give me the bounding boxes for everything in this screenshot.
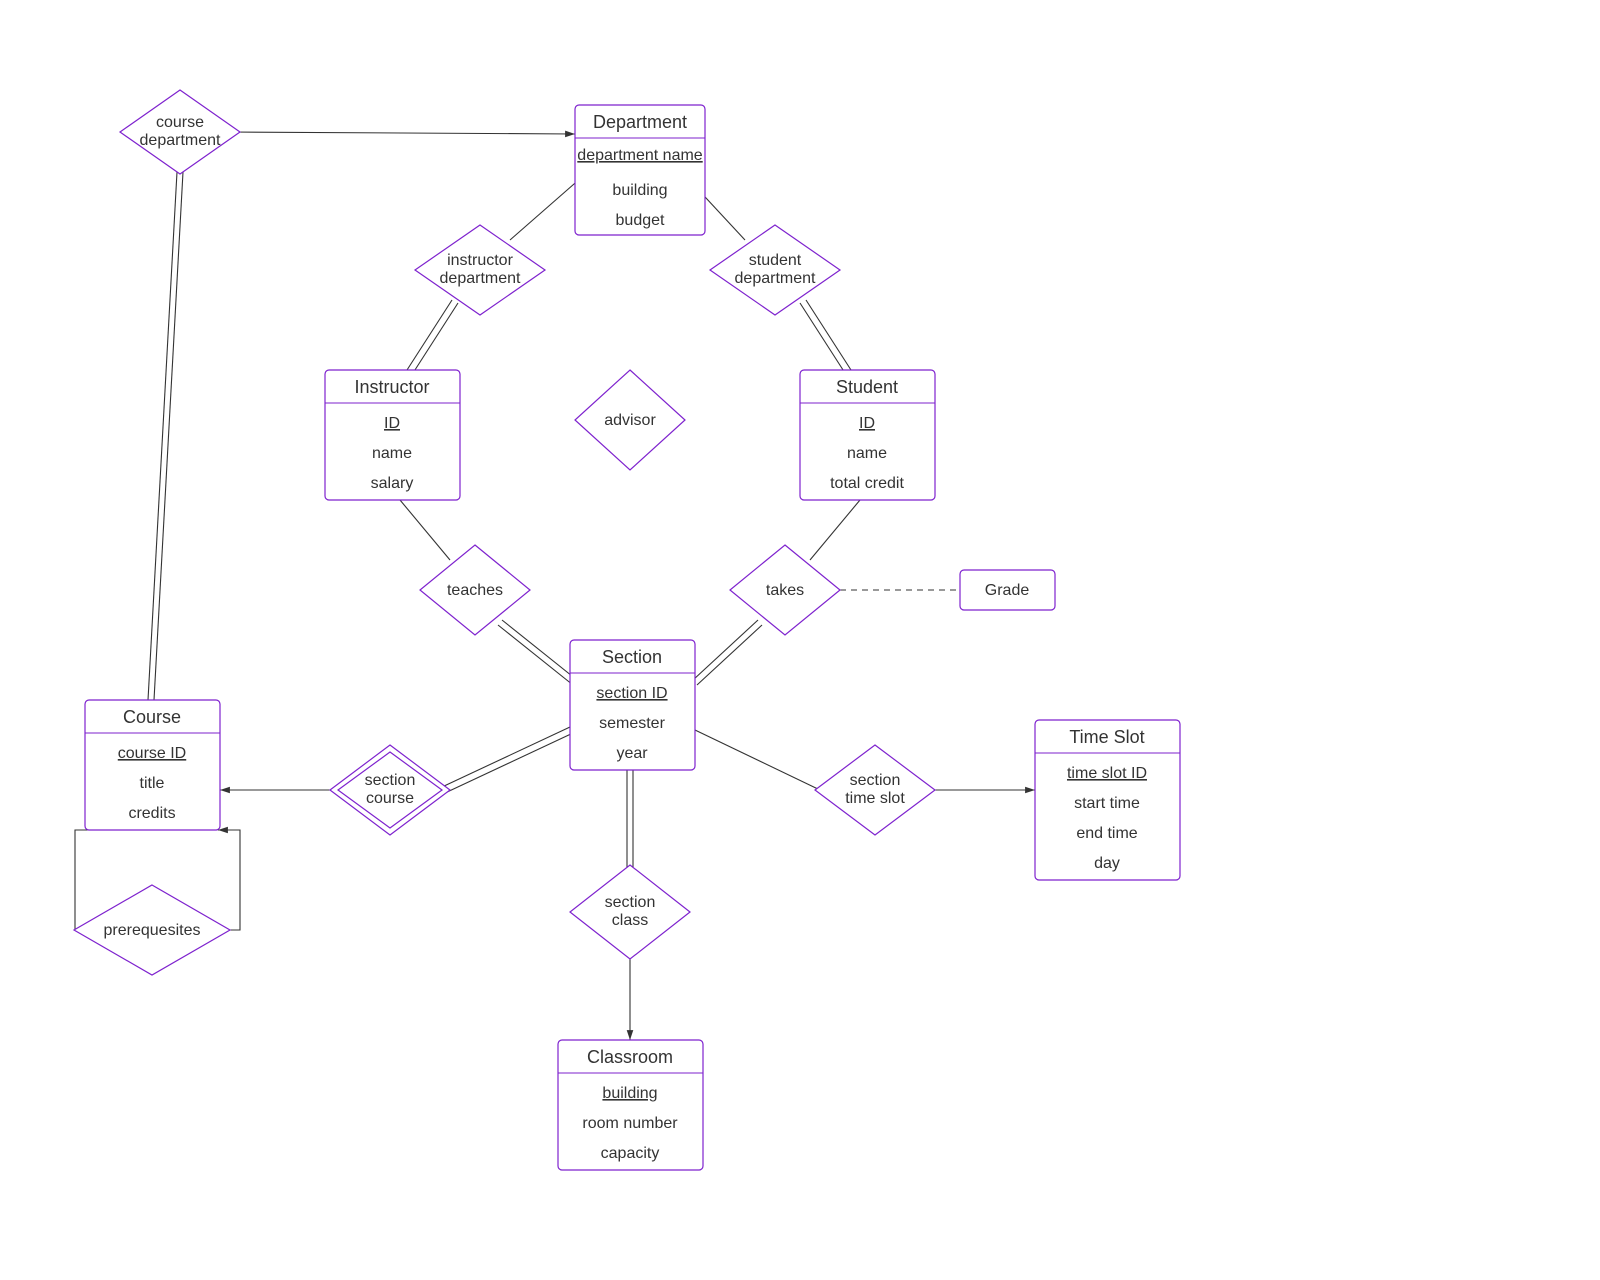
svg-text:prerequesites: prerequesites <box>104 922 201 939</box>
rel-prerequisites: prerequesites <box>74 885 230 975</box>
svg-text:Classroom: Classroom <box>587 1047 673 1067</box>
rel-student-dept: student department <box>710 225 840 315</box>
svg-text:class: class <box>612 912 648 929</box>
svg-text:name: name <box>372 445 412 462</box>
svg-text:section: section <box>605 894 656 911</box>
svg-text:time slot: time slot <box>845 790 905 807</box>
svg-text:section ID: section ID <box>596 685 667 702</box>
svg-text:student: student <box>749 252 802 269</box>
svg-text:title: title <box>140 775 165 792</box>
rel-advisor: advisor <box>575 370 685 470</box>
svg-text:section: section <box>850 772 901 789</box>
entity-classroom: Classroom building room number capacity <box>558 1040 703 1170</box>
svg-text:teaches: teaches <box>447 582 503 599</box>
svg-text:end time: end time <box>1076 825 1137 842</box>
svg-text:time slot ID: time slot ID <box>1067 765 1147 782</box>
entity-student: Student ID name total credit <box>800 370 935 500</box>
svg-text:department name: department name <box>577 147 703 164</box>
svg-text:capacity: capacity <box>601 1145 660 1162</box>
entity-title: Department <box>593 112 687 132</box>
svg-text:department: department <box>440 270 521 287</box>
svg-text:total credit: total credit <box>830 475 904 492</box>
svg-text:name: name <box>847 445 887 462</box>
rel-instructor-dept: instructor department <box>415 225 545 315</box>
entity-section: Section section ID semester year <box>570 640 695 770</box>
svg-text:instructor: instructor <box>447 252 513 269</box>
svg-text:section: section <box>365 772 416 789</box>
svg-text:credits: credits <box>128 805 175 822</box>
rel-section-timeslot: section time slot <box>815 745 935 835</box>
er-diagram: Department department name building budg… <box>0 0 1600 1280</box>
svg-text:semester: semester <box>599 715 665 732</box>
svg-text:start time: start time <box>1074 795 1140 812</box>
svg-text:Course: Course <box>123 707 181 727</box>
svg-text:year: year <box>616 745 648 762</box>
svg-text:advisor: advisor <box>604 412 656 429</box>
svg-text:course ID: course ID <box>118 745 186 762</box>
svg-text:Section: Section <box>602 647 662 667</box>
entity-timeslot: Time Slot time slot ID start time end ti… <box>1035 720 1180 880</box>
svg-text:course: course <box>156 114 204 131</box>
svg-text:Grade: Grade <box>985 582 1030 599</box>
svg-text:building: building <box>612 182 667 199</box>
svg-text:course: course <box>366 790 414 807</box>
svg-text:takes: takes <box>766 582 804 599</box>
entity-course: Course course ID title credits <box>85 700 220 830</box>
svg-text:room number: room number <box>582 1115 678 1132</box>
attr-grade: Grade <box>960 570 1055 610</box>
svg-text:ID: ID <box>859 415 875 432</box>
svg-text:budget: budget <box>616 212 665 229</box>
svg-text:building: building <box>602 1085 657 1102</box>
rel-section-class: section class <box>570 865 690 959</box>
svg-text:salary: salary <box>371 475 414 492</box>
svg-text:Time Slot: Time Slot <box>1069 727 1144 747</box>
rel-section-course: section course <box>330 745 450 835</box>
rel-teaches: teaches <box>420 545 530 635</box>
entity-instructor: Instructor ID name salary <box>325 370 460 500</box>
entity-department: Department department name building budg… <box>575 105 705 235</box>
svg-text:ID: ID <box>384 415 400 432</box>
svg-text:Student: Student <box>836 377 898 397</box>
svg-text:day: day <box>1094 855 1120 872</box>
svg-text:department: department <box>735 270 816 287</box>
svg-text:Instructor: Instructor <box>354 377 429 397</box>
rel-course-dept: course department <box>120 90 240 174</box>
rel-takes: takes <box>730 545 840 635</box>
svg-text:department: department <box>140 132 221 149</box>
